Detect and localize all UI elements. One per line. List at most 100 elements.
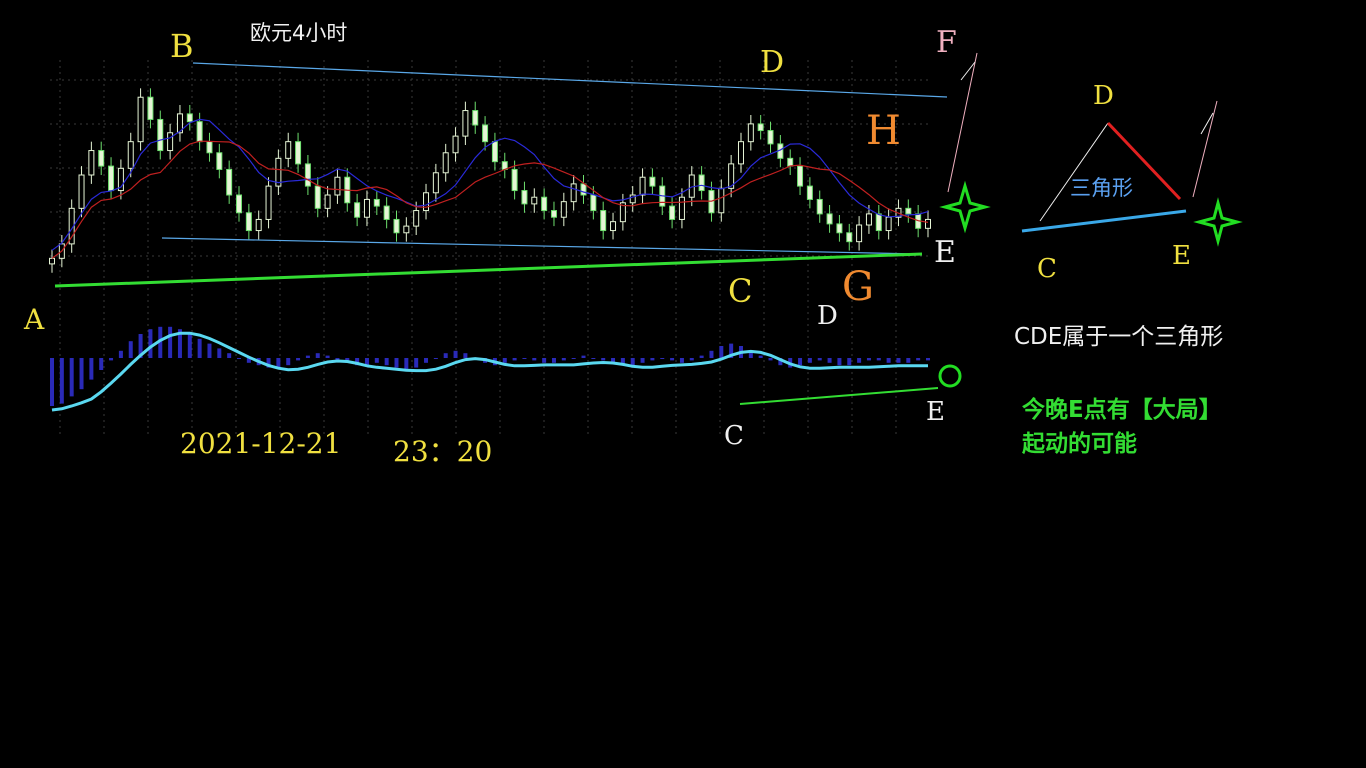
macd-bar (433, 358, 438, 359)
candle-body (590, 194, 597, 212)
macd-bar (827, 358, 832, 363)
candle-body (560, 201, 567, 218)
macd-bar (532, 358, 537, 361)
candle-body (737, 141, 744, 165)
macd-bar (197, 338, 202, 358)
macd-bar (886, 358, 891, 363)
macd-bar (109, 358, 114, 361)
macd-bar (384, 358, 389, 366)
candle-body (787, 157, 794, 167)
macd-bar (719, 346, 724, 358)
channel-upper-line (192, 62, 948, 98)
candle-body (472, 110, 479, 126)
note-line-3: 起动的可能 (1022, 430, 1137, 457)
macd-bar (758, 355, 763, 358)
macd-trendline (739, 387, 939, 405)
macd-bar (453, 350, 458, 358)
candle-body (639, 176, 646, 196)
macd-bar (89, 358, 94, 380)
candle-body (678, 196, 685, 220)
wave-label-b: B (170, 27, 194, 65)
candle-body (649, 176, 656, 187)
macd-bar (99, 358, 104, 370)
candle-body (925, 218, 931, 229)
macd-bar (542, 358, 547, 363)
moving-average-blue-line (51, 118, 929, 251)
candle-body (393, 218, 400, 234)
triangle-left-side (1039, 122, 1109, 222)
candle-body (718, 187, 725, 214)
candle-body (541, 196, 548, 212)
macd-bar (630, 358, 635, 366)
macd-bar (286, 358, 291, 366)
macd-bar (857, 358, 862, 363)
macd-bar (325, 355, 330, 358)
candle-body (875, 213, 882, 232)
candle-body (905, 207, 912, 215)
triangle-vertex-e: E (1172, 241, 1191, 271)
macd-bar (847, 358, 852, 366)
macd-bar (798, 358, 803, 366)
candle-body (363, 198, 370, 218)
macd-bar (709, 350, 714, 358)
candle-body (747, 123, 754, 143)
macd-bar (866, 358, 871, 361)
candle-body (826, 213, 833, 225)
macd-bar (522, 358, 527, 359)
candle-body (314, 185, 321, 209)
candle-body (757, 123, 764, 132)
triangle-vertex-c: C (1037, 254, 1057, 284)
macd-bar (591, 358, 596, 359)
macd-bar (374, 358, 379, 363)
macd-bar (227, 353, 232, 358)
macd-bar (581, 355, 586, 358)
candle-body (403, 225, 410, 234)
macd-bar (187, 334, 192, 358)
candle-body (462, 110, 469, 137)
candle-body (816, 198, 823, 215)
macd-bar (768, 358, 773, 361)
macd-bar (926, 358, 930, 361)
macd-bar (502, 358, 507, 363)
macd-bar (601, 358, 606, 361)
macd-bar (571, 358, 576, 359)
candle-body (452, 135, 459, 154)
green-circle-icon (938, 364, 962, 388)
time-label: 23：20 (393, 435, 492, 468)
candle-body (216, 152, 223, 170)
macd-bar (551, 358, 556, 363)
candle-body (245, 212, 252, 232)
macd-bar (906, 358, 911, 363)
candle-body (354, 202, 361, 218)
wave-label-g: G (842, 264, 874, 310)
candle-body (49, 257, 55, 265)
wave-label-c: C (728, 272, 752, 310)
macd-bar (296, 358, 301, 361)
wave-label-h: H (866, 108, 901, 154)
macd-bar (276, 358, 281, 368)
candle-body (836, 223, 843, 234)
candle-body (383, 205, 390, 220)
macd-bar (207, 343, 212, 358)
macd-bar (679, 358, 684, 363)
candle-body (580, 183, 587, 196)
candle-body (255, 218, 262, 232)
candle-body (127, 141, 134, 169)
chart-canvas: 欧元4小时 A B C D E F G H C D E 2021-12-21 2… (23, 21, 1243, 468)
triangle-label: 三角形 (1070, 176, 1133, 200)
channel-lower-line (161, 237, 921, 255)
macd-bar (817, 358, 822, 361)
macd-bar (404, 358, 409, 370)
wave-label-a: A (23, 303, 45, 336)
candle-body (570, 183, 577, 203)
candle-body (432, 172, 439, 194)
macd-bar (305, 355, 310, 358)
candle-body (482, 124, 489, 143)
candle-body (669, 205, 676, 220)
macd-bar (512, 358, 517, 361)
macd-bar (916, 358, 921, 361)
candle-body (236, 194, 243, 214)
macd-bar (69, 358, 74, 397)
candle-body (186, 113, 193, 123)
candle-body (610, 221, 617, 232)
